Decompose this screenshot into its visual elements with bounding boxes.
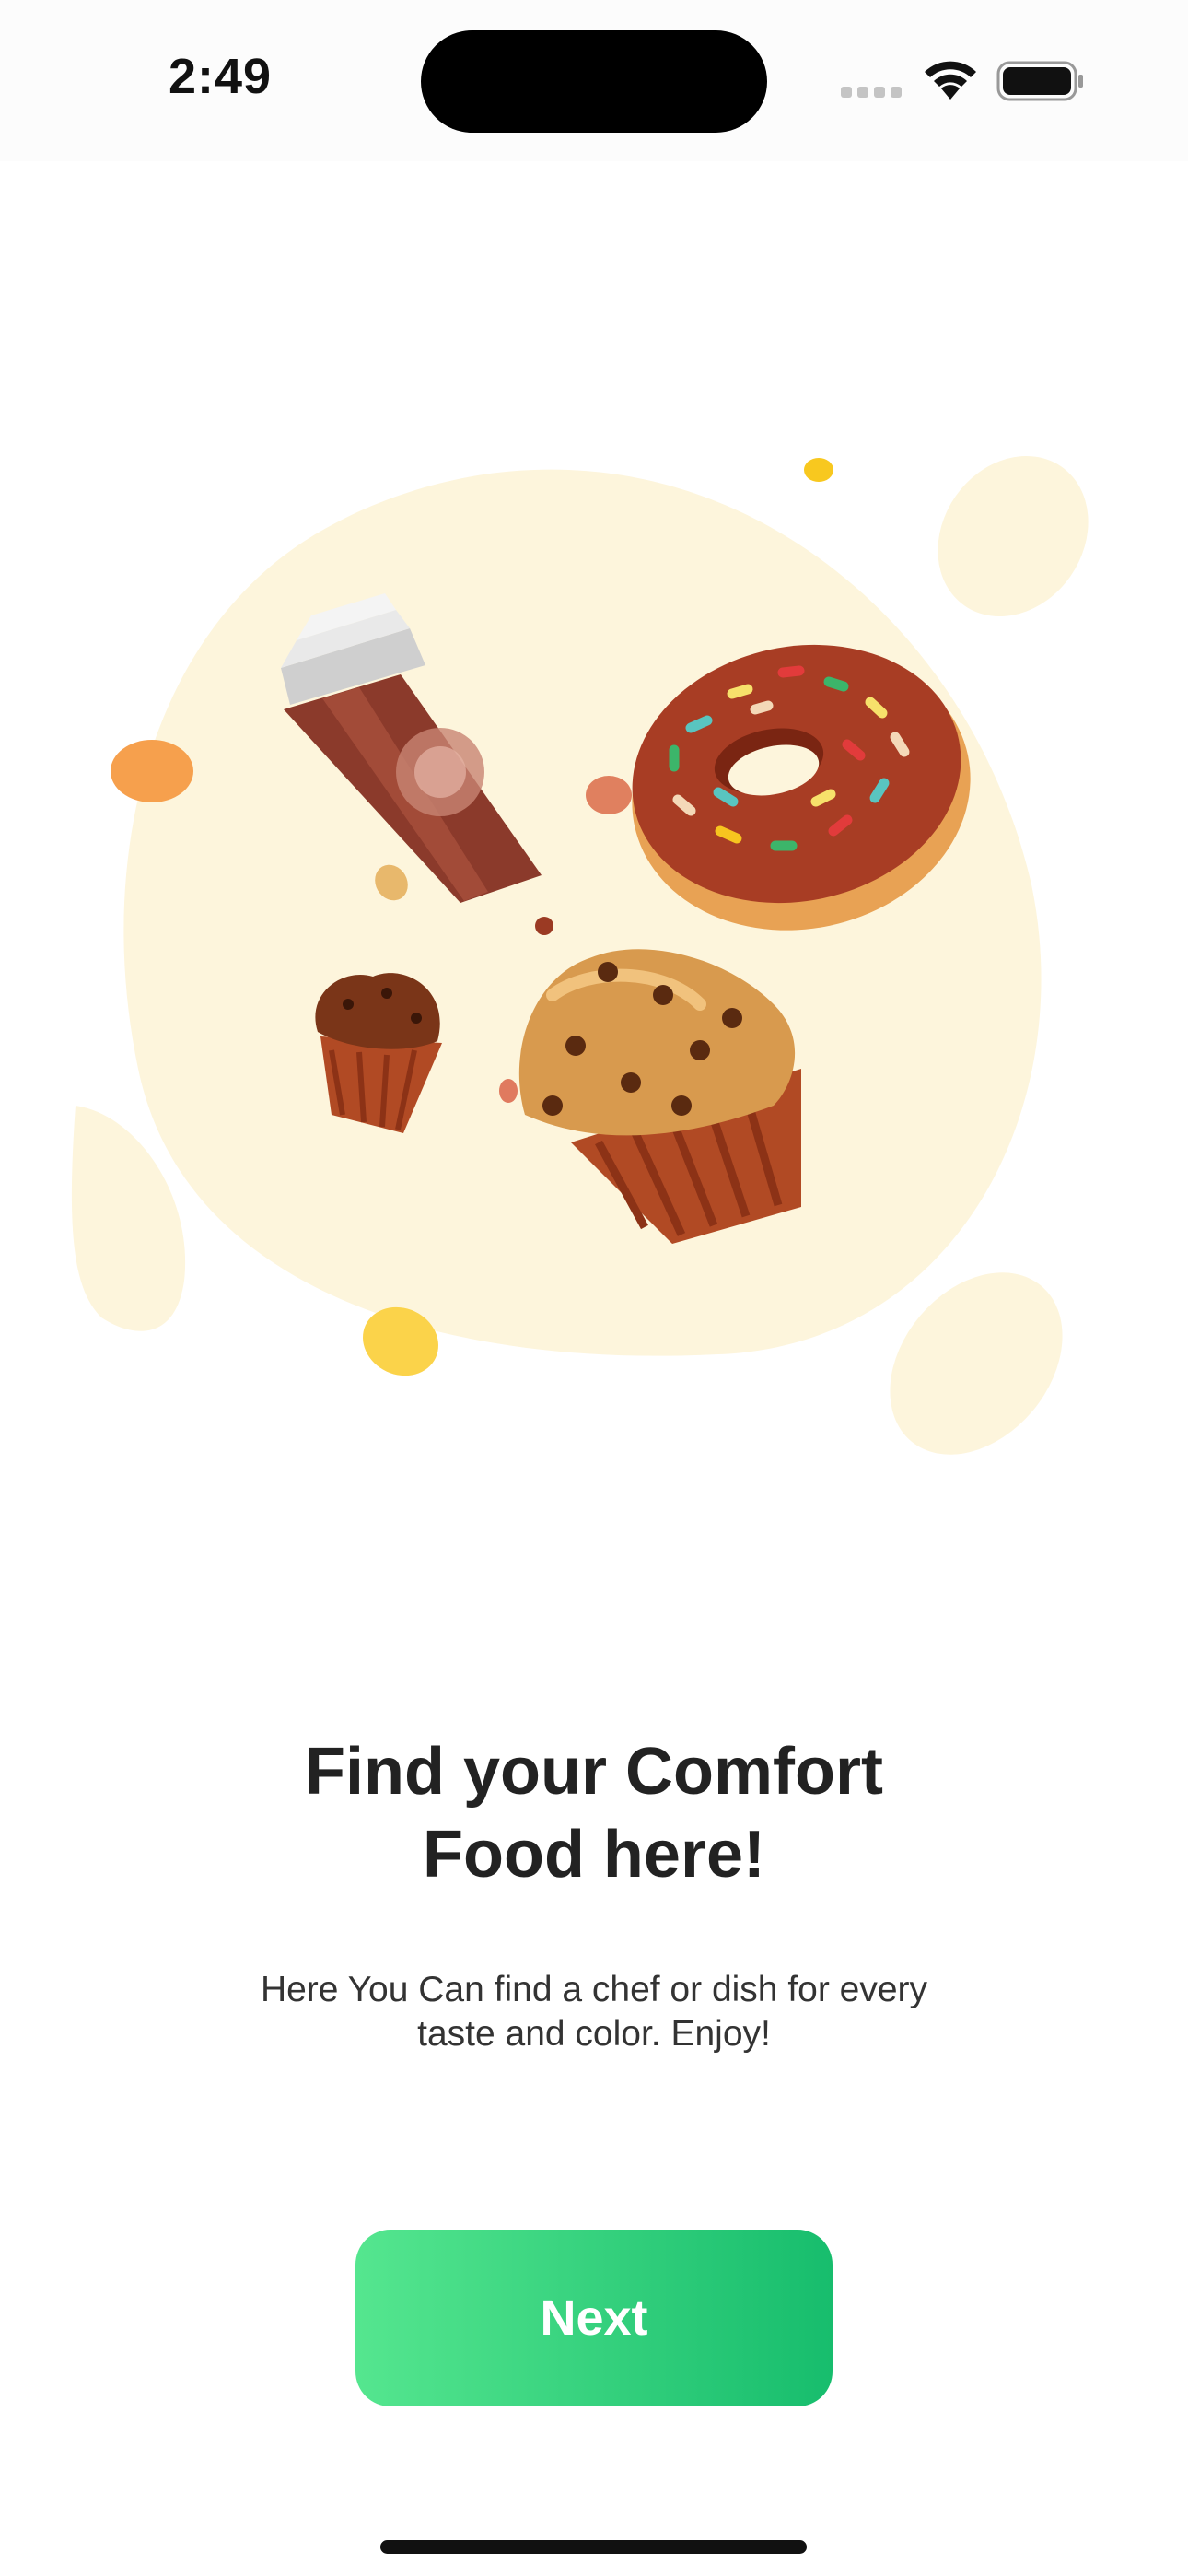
subtitle-line-1: Here You Can find a chef or dish for eve… <box>260 1970 928 2009</box>
battery-icon <box>996 61 1083 101</box>
status-bar: 2:49 <box>0 0 1188 161</box>
food-illustration <box>71 455 1089 1455</box>
wifi-icon <box>925 61 976 100</box>
title-line-2: Food here! <box>423 1818 765 1891</box>
title-line-1: Find your Comfort <box>305 1735 883 1809</box>
page-subtitle: Here You Can find a chef or dish for eve… <box>0 1968 1188 2056</box>
home-indicator[interactable] <box>380 2540 807 2554</box>
cellular-signal-icon <box>841 85 903 98</box>
page-title: Find your Comfort Food here! <box>0 1730 1188 1896</box>
dynamic-island <box>421 30 767 133</box>
next-button[interactable]: Next <box>355 2230 833 2406</box>
subtitle-line-2: taste and color. Enjoy! <box>417 2014 771 2054</box>
status-time: 2:49 <box>169 49 273 104</box>
